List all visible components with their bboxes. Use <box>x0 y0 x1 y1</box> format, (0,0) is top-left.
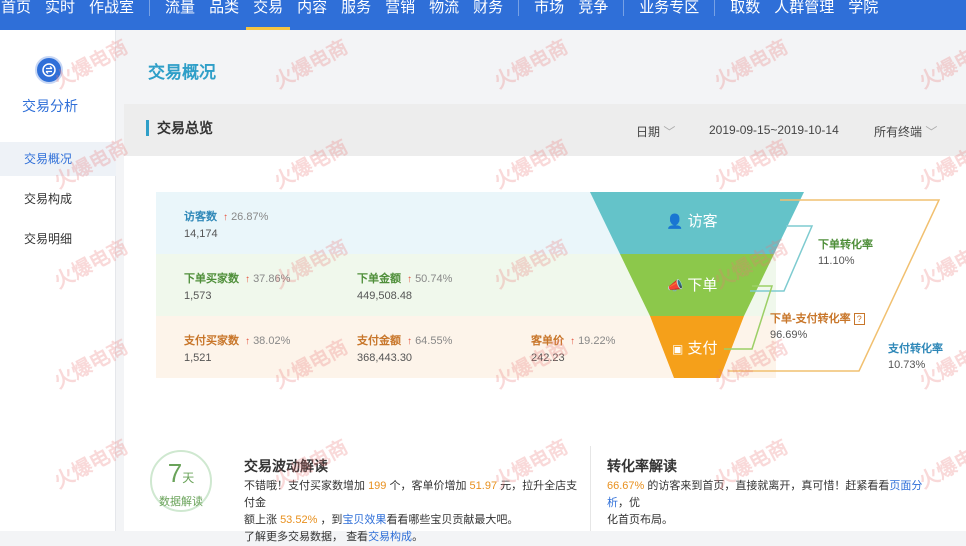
nav-item-trade[interactable]: 交易 <box>246 0 291 30</box>
nav-group-market: 市场 竞争 <box>527 0 615 30</box>
nav-item-service[interactable]: 服务 <box>334 0 378 30</box>
text-fragment: 化首页布局。 <box>607 514 673 526</box>
nav-group-right: 取数 人群管理 学院 <box>723 0 885 30</box>
nav-item-logistics[interactable]: 物流 <box>422 0 466 30</box>
date-dropdown-label: 日期 <box>636 125 661 139</box>
item-effect-link[interactable]: 宝贝效果 <box>342 514 386 526</box>
text-fragment: 不错哦！支付买家数增加 <box>244 480 365 492</box>
date-range[interactable]: 2019-09-15~2019-10-14 <box>709 123 839 137</box>
funnel-stage-label: 访客 <box>687 213 718 230</box>
sidebar-item-trade-composition[interactable]: 交易构成 <box>0 182 116 216</box>
text-fragment: 个，客单价增加 <box>389 480 467 492</box>
pay-conversion-rate: 支付转化率 10.73% <box>888 340 943 371</box>
funnel-stage-label: 支付 <box>687 340 718 357</box>
nav-item-finance[interactable]: 财务 <box>466 0 510 30</box>
seven-day-badge: 7天 数据解读 <box>150 450 212 512</box>
text-fragment: 的访客来到首页，直接就离开，真可惜！赶紧看看 <box>647 480 890 492</box>
conversion-funnel <box>590 192 941 378</box>
conversion-analysis-title: 转化率解读 <box>607 458 677 474</box>
highlight-value: 53.52% <box>280 514 318 526</box>
highlight-value: 199 <box>368 480 387 492</box>
wave-analysis-title: 交易波动解读 <box>244 458 328 474</box>
terminal-dropdown-label: 所有终端 <box>874 125 923 139</box>
nav-group-left: 首页 实时 作战室 <box>0 0 141 30</box>
terminal-dropdown[interactable]: 所有终端 ﹀ <box>874 123 937 140</box>
conversion-label: 支付转化率 <box>888 343 943 355</box>
nav-group-main: 流量 品类 交易 内容 服务 营销 物流 财务 <box>158 0 510 30</box>
conversion-analysis-text: 66.67% 的访客来到首页，直接就离开，真可惜！赶紧看看页面分析，优 化首页布… <box>607 478 937 529</box>
conversion-value: 10.73% <box>888 359 926 371</box>
sidebar-item-trade-overview[interactable]: 交易概况 <box>0 142 116 176</box>
section-header: 交易总览 日期 ﹀ 2019-09-15~2019-10-14 所有终端 ﹀ <box>124 104 966 156</box>
nav-divider <box>149 0 151 16</box>
nav-divider <box>623 0 625 16</box>
highlight-value: 66.67% <box>607 480 645 492</box>
wave-analysis-text: 不错哦！支付买家数增加 199 个，客单价增加 51.97 元，拉升全店支付金 … <box>244 478 584 546</box>
text-fragment: 额上涨 <box>244 514 277 526</box>
nav-item-market[interactable]: 市场 <box>527 0 571 30</box>
text-fragment: 看看哪些宝贝贡献最大吧。 <box>386 514 519 526</box>
nav-group-zone: 业务专区 <box>632 0 706 30</box>
conversion-value: 96.69% <box>770 329 808 341</box>
nav-item-fetch-data[interactable]: 取数 <box>723 0 767 30</box>
badge-unit: 天 <box>182 471 195 485</box>
nav-item-marketing[interactable]: 营销 <box>378 0 422 30</box>
chevron-down-icon: ﹀ <box>925 125 938 139</box>
watermark: 火爆电商 <box>270 36 352 94</box>
nav-item-content[interactable]: 内容 <box>290 0 334 30</box>
nav-item-competition[interactable]: 竞争 <box>571 0 615 30</box>
order-conversion-rate: 下单转化率 11.10% <box>818 236 873 267</box>
conversion-value: 11.10% <box>818 255 855 267</box>
conversion-label: 下单-支付转化率 <box>770 313 851 325</box>
user-icon: 👤 <box>666 213 684 229</box>
conversion-label: 下单转化率 <box>818 239 873 251</box>
help-icon[interactable]: ? <box>853 313 865 325</box>
receipt-icon: ▣ <box>672 342 684 356</box>
section-divider <box>590 446 591 531</box>
nav-item-crowd-management[interactable]: 人群管理 <box>767 0 841 30</box>
funnel-label-order: 📣 下单 <box>667 274 717 295</box>
watermark: 火爆电商 <box>915 36 966 94</box>
nav-item-academy[interactable]: 学院 <box>841 0 885 30</box>
nav-item-warroom[interactable]: 作战室 <box>82 0 141 30</box>
nav-item-realtime[interactable]: 实时 <box>38 0 82 30</box>
watermark: 火爆电商 <box>710 36 792 94</box>
nav-item-business-zone[interactable]: 业务专区 <box>632 0 706 30</box>
funnel-label-visitor: 👤 访客 <box>666 210 718 231</box>
nav-item-traffic[interactable]: 流量 <box>158 0 202 30</box>
funnel-stage-label: 下单 <box>687 277 718 294</box>
text-fragment: 查看 <box>346 531 369 543</box>
watermark: 火爆电商 <box>490 36 572 94</box>
badge-text: 数据解读 <box>159 496 203 508</box>
text-fragment: 了解更多交易数据， <box>244 531 343 543</box>
section-title: 交易总览 <box>146 120 213 136</box>
nav-divider <box>714 0 716 16</box>
megaphone-icon: 📣 <box>667 278 684 293</box>
text-fragment: ，优 <box>618 497 640 509</box>
chevron-down-icon: ﹀ <box>663 125 676 139</box>
highlight-value: 51.97 <box>469 480 498 492</box>
order-pay-conversion-rate: 下单-支付转化率 ? 96.69% <box>770 310 865 341</box>
trade-analysis-icon <box>35 56 63 84</box>
text-fragment: ，到 <box>320 514 343 526</box>
sidebar: 交易分析 交易概况 交易构成 交易明细 <box>0 30 116 531</box>
funnel-label-pay: ▣ 支付 <box>672 337 718 358</box>
date-dropdown[interactable]: 日期 ﹀ <box>636 123 675 140</box>
badge-number: 7 <box>167 458 183 488</box>
nav-item-home[interactable]: 首页 <box>0 0 38 30</box>
nav-divider <box>518 0 520 16</box>
trade-composition-link[interactable]: 交易构成 <box>368 531 412 543</box>
sidebar-title: 交易分析 <box>22 98 78 114</box>
text-fragment: 。 <box>412 531 424 543</box>
page-title: 交易概况 <box>148 63 216 82</box>
top-navigation: 首页 实时 作战室 流量 品类 交易 内容 服务 营销 物流 财务 市场 竞争 … <box>0 0 966 30</box>
sidebar-item-trade-details[interactable]: 交易明细 <box>0 222 116 256</box>
nav-item-category[interactable]: 品类 <box>202 0 246 30</box>
